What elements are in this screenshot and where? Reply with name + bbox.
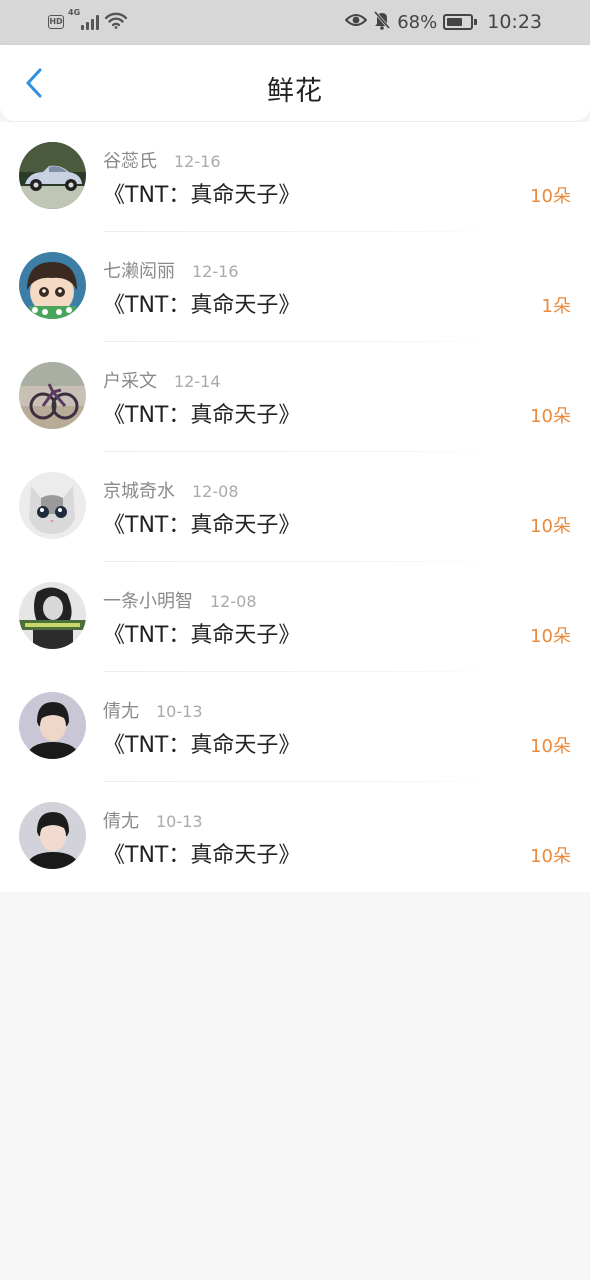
avatar[interactable] <box>19 802 86 869</box>
flower-count: 10朵 <box>530 406 571 427</box>
book-title: 《TNT：真命天子》 <box>103 733 301 758</box>
book-title: 《TNT：真命天子》 <box>103 293 301 318</box>
bell-muted-icon <box>373 10 391 35</box>
user-name: 倩尢 <box>103 701 139 722</box>
avatar[interactable] <box>19 582 86 649</box>
item-meta: 户采文 12-14 <box>103 367 221 393</box>
list-item[interactable]: 谷蕊氏 12-16 《TNT：真命天子》 10朵 <box>0 122 590 232</box>
user-name: 谷蕊氏 <box>103 151 157 172</box>
avatar[interactable] <box>19 472 86 539</box>
user-name: 一条小明智 <box>103 591 193 612</box>
status-right: 68% 10:23 <box>344 10 542 35</box>
date: 12-08 <box>192 482 239 501</box>
book-title: 《TNT：真命天子》 <box>103 403 301 428</box>
flower-count: 10朵 <box>530 736 571 757</box>
user-name: 京城奇水 <box>103 481 175 502</box>
item-meta: 七濑闳丽 12-16 <box>103 257 239 283</box>
item-meta: 谷蕊氏 12-16 <box>103 147 221 173</box>
wifi-icon <box>104 12 128 33</box>
status-bar: HD 4G 68% 10:23 <box>0 0 590 45</box>
avatar[interactable] <box>19 692 86 759</box>
list-item[interactable]: 七濑闳丽 12-16 《TNT：真命天子》 1朵 <box>0 232 590 342</box>
list-item[interactable]: 京城奇水 12-08 《TNT：真命天子》 10朵 <box>0 452 590 562</box>
flower-count: 10朵 <box>530 626 571 647</box>
signal-icon <box>81 14 100 30</box>
status-left: HD 4G <box>48 8 128 34</box>
network-type: 4G <box>68 8 81 17</box>
hd-badge: HD <box>48 15 64 29</box>
book-title: 《TNT：真命天子》 <box>103 183 301 208</box>
clock: 10:23 <box>487 11 542 33</box>
battery-fill <box>447 18 463 26</box>
user-name: 户采文 <box>103 371 157 392</box>
list-item[interactable]: 一条小明智 12-08 《TNT：真命天子》 10朵 <box>0 562 590 672</box>
book-title: 《TNT：真命天子》 <box>103 623 301 648</box>
date: 10-13 <box>156 812 203 831</box>
item-meta: 倩尢 10-13 <box>103 807 203 833</box>
date: 12-14 <box>174 372 221 391</box>
header: 鲜花 <box>0 45 590 121</box>
list-item[interactable]: 倩尢 10-13 《TNT：真命天子》 10朵 <box>0 672 590 782</box>
item-meta: 京城奇水 12-08 <box>103 477 239 503</box>
page-title: 鲜花 <box>267 76 323 107</box>
item-meta: 一条小明智 12-08 <box>103 587 257 613</box>
flower-count: 10朵 <box>530 516 571 537</box>
book-title: 《TNT：真命天子》 <box>103 513 301 538</box>
eye-icon <box>344 12 368 33</box>
flower-count: 1朵 <box>541 296 571 317</box>
battery-icon <box>443 14 478 30</box>
date: 12-16 <box>192 262 239 281</box>
battery-cap <box>474 19 478 25</box>
book-title: 《TNT：真命天子》 <box>103 843 301 868</box>
flower-list: 谷蕊氏 12-16 《TNT：真命天子》 10朵 七濑闳丽 12-16 《TNT… <box>0 122 590 892</box>
user-name: 七濑闳丽 <box>103 261 175 282</box>
date: 10-13 <box>156 702 203 721</box>
flower-count: 10朵 <box>530 186 571 207</box>
battery-percent: 68% <box>397 11 438 33</box>
date: 12-08 <box>210 592 257 611</box>
avatar[interactable] <box>19 362 86 429</box>
item-meta: 倩尢 10-13 <box>103 697 203 723</box>
flower-count: 10朵 <box>530 846 571 867</box>
user-name: 倩尢 <box>103 811 139 832</box>
list-item[interactable]: 户采文 12-14 《TNT：真命天子》 10朵 <box>0 342 590 452</box>
date: 12-16 <box>174 152 221 171</box>
list-item[interactable]: 倩尢 10-13 《TNT：真命天子》 10朵 <box>0 782 590 892</box>
avatar[interactable] <box>19 142 86 209</box>
avatar[interactable] <box>19 252 86 319</box>
